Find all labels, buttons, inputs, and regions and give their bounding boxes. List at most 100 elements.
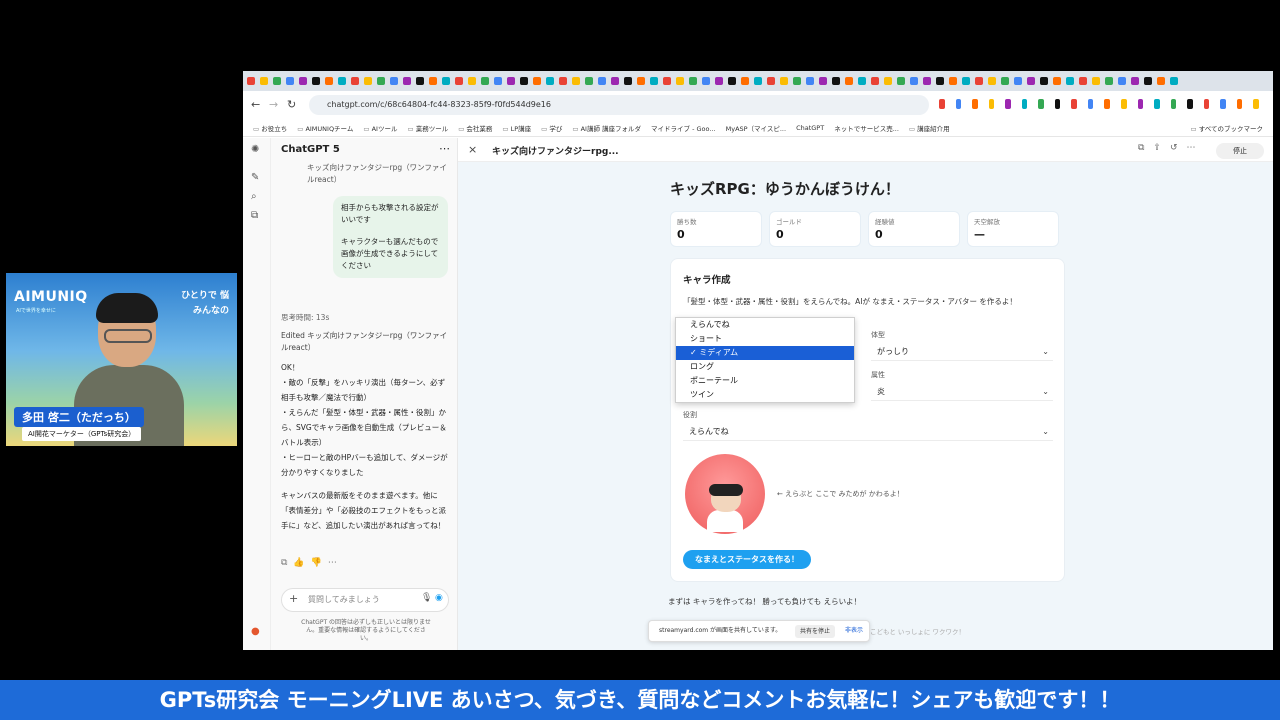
hair-option[interactable]: ツイン xyxy=(676,388,854,402)
extension-icon[interactable] xyxy=(1203,99,1210,109)
back-icon[interactable]: ← xyxy=(251,98,260,111)
tab-favicon[interactable] xyxy=(416,77,424,85)
tab-favicon[interactable] xyxy=(793,77,801,85)
message-actions[interactable]: ⧉👍👎⋯ xyxy=(281,558,343,568)
tab-favicon[interactable] xyxy=(338,77,346,85)
tab-favicon[interactable] xyxy=(572,77,580,85)
tab-favicon[interactable] xyxy=(1118,77,1126,85)
tab-favicon[interactable] xyxy=(442,77,450,85)
tab-favicon[interactable] xyxy=(403,77,411,85)
tab-favicon[interactable] xyxy=(1066,77,1074,85)
tab-favicon[interactable] xyxy=(715,77,723,85)
extension-icon[interactable] xyxy=(1121,99,1127,109)
tab-favicon[interactable] xyxy=(390,77,398,85)
tab-favicon[interactable] xyxy=(1170,77,1178,85)
tab-favicon[interactable] xyxy=(1105,77,1113,85)
hair-option[interactable]: ロング xyxy=(676,360,854,374)
address-input[interactable]: chatgpt.com/c/68c64804-fc44-8323-85f9-f0… xyxy=(309,95,929,115)
create-character-button[interactable]: なまえとステータスを作る！ xyxy=(683,550,811,569)
reload-icon[interactable]: ↻ xyxy=(287,98,296,111)
hair-option[interactable]: ショート xyxy=(676,332,854,346)
tab-favicon[interactable] xyxy=(845,77,853,85)
tab-favicon[interactable] xyxy=(741,77,749,85)
more-options-icon[interactable]: ⋯ xyxy=(439,142,450,155)
tab-favicon[interactable] xyxy=(988,77,996,85)
bookmark-item[interactable]: マイドライブ - Goo... xyxy=(651,123,716,133)
tab-favicon[interactable] xyxy=(364,77,372,85)
tab-favicon[interactable] xyxy=(520,77,528,85)
canvas-title[interactable]: キッズ向けファンタジーrpg... xyxy=(492,144,619,157)
tab-favicon[interactable] xyxy=(273,77,281,85)
hide-share-button[interactable]: 非表示 xyxy=(845,621,863,641)
search-icon[interactable]: ⌕ xyxy=(251,191,257,202)
tab-favicon[interactable] xyxy=(936,77,944,85)
tab-favicon[interactable] xyxy=(897,77,905,85)
tab-favicon[interactable] xyxy=(689,77,697,85)
tab-favicon[interactable] xyxy=(1001,77,1009,85)
bookmark-item[interactable]: 講座紹介用 xyxy=(909,123,950,133)
tab-favicon[interactable] xyxy=(1027,77,1035,85)
tab-favicon[interactable] xyxy=(494,77,502,85)
tab-favicon[interactable] xyxy=(585,77,593,85)
tab-favicon[interactable] xyxy=(260,77,268,85)
tab-favicon[interactable] xyxy=(923,77,931,85)
attach-icon[interactable]: + xyxy=(289,592,298,605)
hair-option-selected[interactable]: ✓ ミディアム xyxy=(676,346,854,360)
voice-icon[interactable]: ◉ xyxy=(435,593,443,603)
tab-favicon[interactable] xyxy=(507,77,515,85)
extension-icon[interactable] xyxy=(1137,99,1144,109)
tab-favicon[interactable] xyxy=(546,77,554,85)
tab-favicon[interactable] xyxy=(650,77,658,85)
extension-icon[interactable] xyxy=(1236,99,1243,109)
tab-favicon[interactable] xyxy=(624,77,632,85)
extension-icon[interactable] xyxy=(955,99,962,109)
tab-favicon[interactable] xyxy=(312,77,320,85)
tab-favicon[interactable] xyxy=(351,77,359,85)
tab-favicon[interactable] xyxy=(637,77,645,85)
edit-notice[interactable]: Edited キッズ向けファンタジーrpg（ワンファイルreact） xyxy=(281,330,451,354)
bookmark-item[interactable]: お役立ち xyxy=(253,123,287,133)
tab-favicon[interactable] xyxy=(1014,77,1022,85)
bookmark-item[interactable]: MyASP（マイスピ... xyxy=(726,123,786,133)
tab-favicon[interactable] xyxy=(858,77,866,85)
tab-favicon[interactable] xyxy=(910,77,918,85)
tab-favicon[interactable] xyxy=(780,77,788,85)
extension-icon[interactable] xyxy=(1038,99,1044,109)
bookmark-item[interactable]: 学び xyxy=(541,123,562,133)
tab-favicon[interactable] xyxy=(767,77,775,85)
tab-favicon[interactable] xyxy=(702,77,710,85)
tab-favicon[interactable] xyxy=(481,77,489,85)
tab-favicon[interactable] xyxy=(455,77,463,85)
extension-icon[interactable] xyxy=(1005,99,1011,109)
tab-favicon[interactable] xyxy=(299,77,307,85)
role-select[interactable]: えらんでね ⌄ xyxy=(683,423,1053,441)
tab-favicon[interactable] xyxy=(1092,77,1100,85)
tab-favicon[interactable] xyxy=(559,77,567,85)
close-icon[interactable]: × xyxy=(468,143,477,156)
tab-favicon[interactable] xyxy=(884,77,892,85)
extension-icon[interactable] xyxy=(1054,99,1061,109)
hair-option[interactable]: ポニーテール xyxy=(676,374,854,388)
extension-icon[interactable] xyxy=(1021,99,1028,109)
tab-favicon[interactable] xyxy=(806,77,814,85)
stop-sharing-button[interactable]: 共有を停止 xyxy=(795,625,836,638)
tab-favicon[interactable] xyxy=(286,77,294,85)
tab-favicon[interactable] xyxy=(1079,77,1087,85)
tab-strip[interactable] xyxy=(243,71,1273,91)
hair-dropdown[interactable]: えらんでね ショート ✓ ミディアム ロング ポニーテール ツイン xyxy=(675,317,855,403)
tab-favicon[interactable] xyxy=(325,77,333,85)
tab-favicon[interactable] xyxy=(429,77,437,85)
body-select[interactable]: がっしり ⌄ xyxy=(871,343,1053,361)
tab-favicon[interactable] xyxy=(676,77,684,85)
extension-icon[interactable] xyxy=(972,99,978,109)
bookmark-item[interactable]: AIツール xyxy=(363,123,398,133)
user-avatar-icon[interactable]: ● xyxy=(251,626,260,637)
tab-favicon[interactable] xyxy=(728,77,736,85)
extension-icon[interactable] xyxy=(939,99,945,109)
tab-favicon[interactable] xyxy=(663,77,671,85)
element-select[interactable]: 炎 ⌄ xyxy=(871,383,1053,401)
tab-favicon[interactable] xyxy=(598,77,606,85)
extension-icon[interactable] xyxy=(1170,99,1177,109)
all-bookmarks[interactable]: すべてのブックマーク xyxy=(1190,123,1263,133)
tab-favicon[interactable] xyxy=(1157,77,1165,85)
